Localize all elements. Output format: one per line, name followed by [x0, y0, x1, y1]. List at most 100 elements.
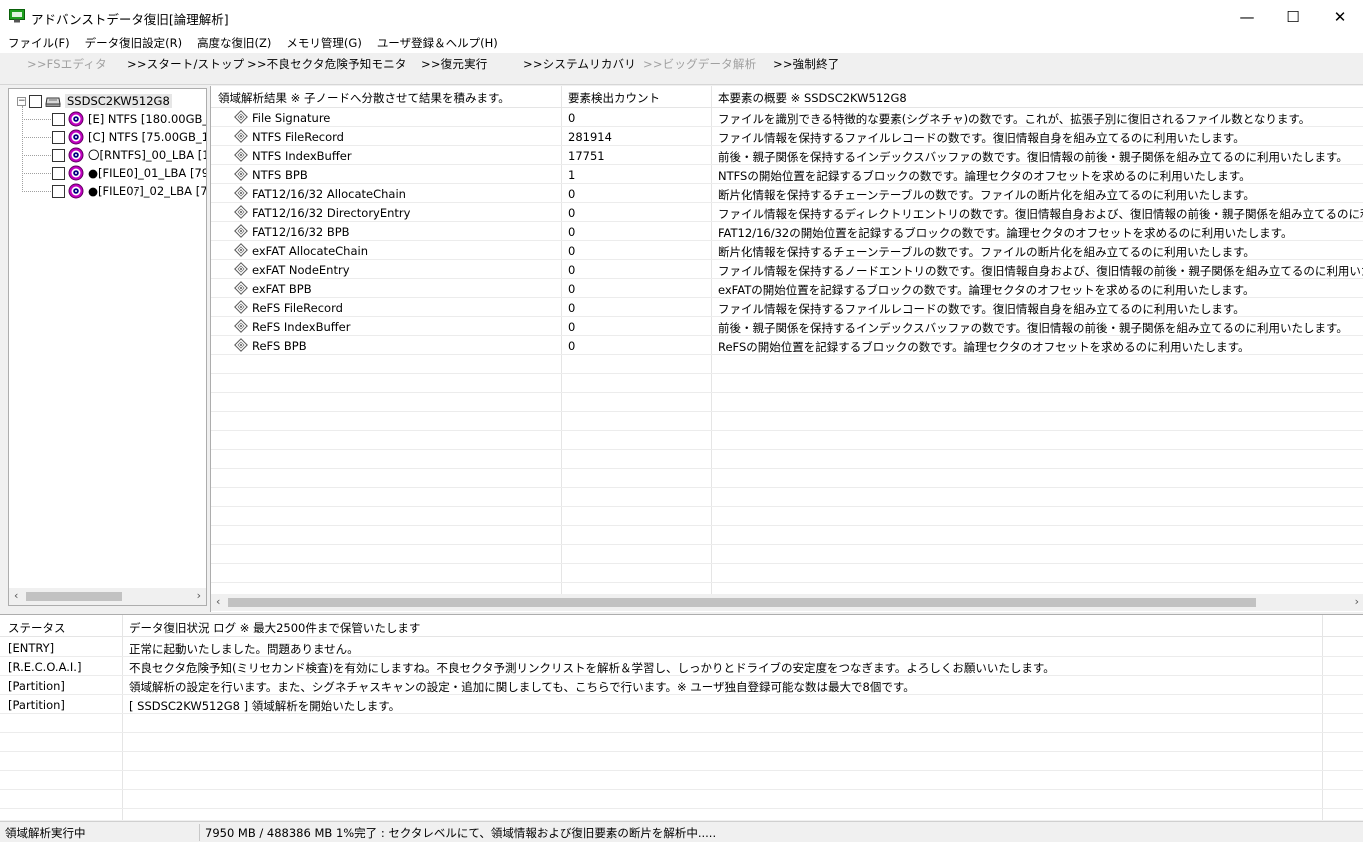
result-name: FAT12/16/32 AllocateChain — [252, 187, 406, 201]
menu-register-help[interactable]: ユーザ登録＆ヘルプ(H) — [369, 33, 505, 53]
menu-memory-management[interactable]: メモリ管理(G) — [278, 33, 368, 53]
result-name: File Signature — [252, 111, 331, 125]
signature-diamond-icon — [234, 281, 248, 295]
app-window-icon — [9, 9, 25, 23]
analysis-results-list[interactable]: 領域解析結果 ※ 子ノードへ分散させて結果を積みます。 要素検出カウント 本要素… — [210, 86, 1363, 612]
scrollbar-thumb[interactable] — [26, 592, 122, 601]
results-horizontal-scrollbar[interactable]: ‹ › — [211, 594, 1363, 611]
log-message: 正常に起動いたしました。問題ありません。 — [129, 642, 359, 656]
signature-diamond-icon — [234, 148, 248, 162]
partition-icon — [68, 129, 84, 145]
bad-sector-monitor-button[interactable]: >>不良セクタ危険予知モニタ — [247, 56, 407, 72]
result-row[interactable]: FAT12/16/32 DirectoryEntry 0 ファイル情報を保持するディ… — [211, 203, 1363, 222]
tree-partition-item[interactable]: ●[FILE0ｱ]_02_LBA [79 — [52, 182, 206, 200]
collapse-expander[interactable]: − — [17, 96, 26, 106]
tree-checkbox[interactable] — [52, 166, 65, 180]
tree-partition-item[interactable]: [C] NTFS [75.00GB_180 — [52, 128, 206, 146]
log-header: ステータス データ復旧状況 ログ ※ 最大2500件まで保管いたします — [0, 615, 1363, 637]
column-header-summary[interactable]: 本要素の概要 ※ SSDSC2KW512G8 — [718, 90, 907, 106]
result-name: ReFS BPB — [252, 339, 307, 353]
fs-editor-button[interactable]: >>FSエディタ — [27, 56, 107, 72]
tree-connector — [22, 119, 51, 120]
tree-horizontal-scrollbar[interactable]: ‹ › — [9, 588, 206, 605]
result-row[interactable]: exFAT BPB 0 exFATの開始位置を記録するブロックの数です。論理セクタの… — [211, 279, 1363, 298]
empty-row — [0, 714, 1363, 733]
log-row[interactable]: [ENTRY] 正常に起動いたしました。問題ありません。 — [0, 638, 1363, 657]
tree-root-label: SSDSC2KW512G8 — [65, 94, 172, 108]
tree-partition-item[interactable]: [E] NTFS [180.00GB_0C — [52, 110, 206, 128]
scroll-left-icon[interactable]: ‹ — [14, 589, 18, 602]
signature-diamond-icon — [234, 262, 248, 276]
result-row[interactable]: NTFS FileRecord 281914 ファイル情報を保持するファイルレコード… — [211, 127, 1363, 146]
result-row[interactable]: File Signature 0 ファイルを識別できる特徴的な要素(シグネチャ)の数… — [211, 108, 1363, 127]
tree-checkbox[interactable] — [52, 184, 65, 198]
log-message: 領域解析の設定を行います。また、シグネチャスキャンの設定・追加に関しましても、こ… — [129, 680, 915, 694]
tree-partition-label: [E] NTFS [180.00GB_0C — [88, 112, 206, 126]
log-status: [Partition] — [8, 679, 65, 693]
partition-icon — [68, 183, 84, 199]
tree-root-disk[interactable]: − SSDSC2KW512G8 — [17, 92, 172, 110]
big-data-analysis-button[interactable]: >>ビッグデータ解析 — [643, 56, 756, 72]
result-row[interactable]: FAT12/16/32 AllocateChain 0 断片化情報を保持するチェーン… — [211, 184, 1363, 203]
minimize-button[interactable]: — — [1224, 0, 1270, 33]
log-status: [R.E.C.O.A.I.] — [8, 660, 82, 674]
result-name: NTFS BPB — [252, 168, 308, 182]
tree-partition-item[interactable]: 〇[RNTFS]_00_LBA [18 — [52, 146, 206, 164]
tree-checkbox[interactable] — [52, 112, 65, 126]
column-header-result[interactable]: 領域解析結果 ※ 子ノードへ分散させて結果を積みます。 — [218, 90, 510, 106]
result-count: 0 — [568, 301, 576, 315]
result-row[interactable]: exFAT NodeEntry 0 ファイル情報を保持するノードエントリの数です。復… — [211, 260, 1363, 279]
scroll-right-icon[interactable]: › — [197, 589, 201, 602]
maximize-button[interactable]: ☐ — [1270, 0, 1316, 33]
column-header-log[interactable]: データ復旧状況 ログ ※ 最大2500件まで保管いたします — [129, 620, 420, 636]
result-row[interactable]: NTFS BPB 1 NTFSの開始位置を記録するブロックの数です。論理セクタのオフ… — [211, 165, 1363, 184]
tree-checkbox[interactable] — [52, 148, 65, 162]
recovery-log-list[interactable]: ステータス データ復旧状況 ログ ※ 最大2500件まで保管いたします [ENT… — [0, 614, 1363, 820]
result-name: exFAT NodeEntry — [252, 263, 350, 277]
force-quit-button[interactable]: >>強制終了 — [773, 56, 839, 72]
result-description: ReFSの開始位置を記録するブロックの数です。論理セクタのオフセットを求めるのに… — [718, 340, 1250, 354]
log-status: [ENTRY] — [8, 641, 55, 655]
result-count: 0 — [568, 339, 576, 353]
result-row[interactable]: ReFS FileRecord 0 ファイル情報を保持するファイルレコードの数です。… — [211, 298, 1363, 317]
result-name: exFAT BPB — [252, 282, 312, 296]
signature-diamond-icon — [234, 338, 248, 352]
log-row[interactable]: [Partition] 領域解析の設定を行います。また、シグネチャスキャンの設定・… — [0, 676, 1363, 695]
log-row[interactable]: [R.E.C.O.A.I.] 不良セクタ危険予知(ミリセカンド検査)を有効にします… — [0, 657, 1363, 676]
close-button[interactable]: ✕ — [1317, 0, 1363, 33]
empty-row — [0, 733, 1363, 752]
results-header: 領域解析結果 ※ 子ノードへ分散させて結果を積みます。 要素検出カウント 本要素… — [211, 86, 1363, 108]
tree-checkbox[interactable] — [29, 94, 42, 108]
system-recovery-button[interactable]: >>システムリカバリ — [523, 56, 636, 72]
drive-tree[interactable]: − SSDSC2KW512G8 [E] NTFS [180.00GB_0C [C… — [8, 88, 207, 606]
scroll-left-icon[interactable]: ‹ — [216, 595, 220, 608]
menu-file[interactable]: ファイル(F) — [0, 33, 77, 53]
log-message: 不良セクタ危険予知(ミリセカンド検査)を有効にしますね。不良セクタ予測リンクリス… — [129, 661, 1055, 675]
tree-checkbox[interactable] — [52, 130, 65, 144]
scrollbar-thumb[interactable] — [228, 598, 1256, 607]
tree-partition-item[interactable]: ●[FILE0]_01_LBA [794 — [52, 164, 206, 182]
result-name: ReFS FileRecord — [252, 301, 343, 315]
menu-recovery-settings[interactable]: データ復旧設定(R) — [77, 33, 189, 53]
restore-execute-button[interactable]: >>復元実行 — [421, 56, 487, 72]
empty-row — [211, 545, 1363, 564]
start-stop-button[interactable]: >>スタート/ストップ — [127, 56, 244, 72]
minimize-icon: — — [1239, 7, 1255, 26]
result-row[interactable]: ReFS BPB 0 ReFSの開始位置を記録するブロックの数です。論理セクタのオフ… — [211, 336, 1363, 355]
scroll-right-icon[interactable]: › — [1355, 595, 1359, 608]
result-row[interactable]: exFAT AllocateChain 0 断片化情報を保持するチェーンテーブルの数… — [211, 241, 1363, 260]
close-icon: ✕ — [1333, 7, 1347, 26]
empty-row — [211, 526, 1363, 545]
column-header-count[interactable]: 要素検出カウント — [568, 90, 660, 106]
result-row[interactable]: NTFS IndexBuffer 17751 前後・親子関係を保持するインデックスバ… — [211, 146, 1363, 165]
result-count: 0 — [568, 263, 576, 277]
log-row[interactable]: [Partition] [ SSDSC2KW512G8 ] 領域解析を開始いたしま… — [0, 695, 1363, 714]
result-row[interactable]: FAT12/16/32 BPB 0 FAT12/16/32の開始位置を記録するブロッ… — [211, 222, 1363, 241]
result-count: 17751 — [568, 149, 605, 163]
empty-row — [0, 809, 1363, 820]
tree-connector — [22, 137, 51, 138]
result-row[interactable]: ReFS IndexBuffer 0 前後・親子関係を保持するインデックスバッファの… — [211, 317, 1363, 336]
result-name: exFAT AllocateChain — [252, 244, 368, 258]
menu-advanced-recovery[interactable]: 高度な復旧(Z) — [189, 33, 278, 53]
column-header-status[interactable]: ステータス — [8, 620, 66, 636]
